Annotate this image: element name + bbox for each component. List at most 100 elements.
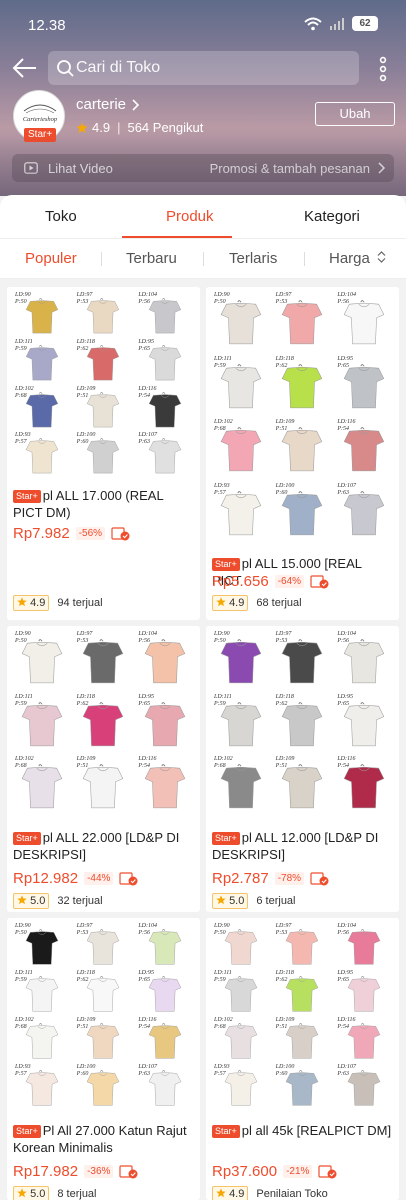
status-bar: 12.38 62 (0, 0, 406, 44)
svg-text:Carterieshop: Carterieshop (23, 116, 58, 123)
clothing-thumb: LD:116 P:54 (134, 385, 196, 432)
product-image[interactable]: LD:90 P:50 LD:97 P:53 LD:104 P:56 LD:111 P:5… (7, 918, 200, 1114)
sort-harga[interactable]: Harga (329, 250, 386, 267)
voucher-icon (310, 574, 329, 588)
wifi-icon (304, 17, 322, 30)
clothing-thumb: LD:104 P:56 (333, 922, 395, 969)
clothing-item-photo (224, 929, 258, 965)
clothing-item-photo (148, 1070, 182, 1106)
clothing-thumb: LD:107 P:63 (333, 482, 395, 546)
clothing-thumb: LD:107 P:63 (333, 1063, 395, 1110)
clothing-thumb: LD:90 P:50 (11, 291, 73, 338)
product-rating: 4.9 (229, 1188, 245, 1200)
product-photo-collage: LD:90 P:50 LD:97 P:53 LD:104 P:56 LD:111 P:5… (210, 630, 395, 818)
product-card[interactable]: LD:90 P:50 LD:97 P:53 LD:104 P:56 LD:111 P:5… (206, 287, 399, 620)
sold-count: 6 terjual (256, 895, 296, 907)
rating-row: 4.9 94 terjual (13, 595, 103, 611)
star-plus-badge: Star+ (24, 128, 57, 142)
product-title: Star+ pl all 45k [REALPICT DM] (212, 1122, 394, 1139)
back-arrow-icon[interactable] (12, 56, 38, 80)
clothing-thumb: LD:109 P:51 (73, 1016, 135, 1063)
voucher-icon (318, 1164, 337, 1178)
shop-followers: 564 Pengikut (127, 120, 204, 135)
clothing-thumb: LD:116 P:54 (333, 1016, 395, 1063)
clothing-item-photo (286, 976, 319, 1012)
product-image[interactable]: LD:90 P:50 LD:97 P:53 LD:104 P:56 LD:111 P:5… (7, 287, 200, 482)
voucher-icon (310, 871, 329, 885)
product-card[interactable]: LD:90 P:50 LD:97 P:53 LD:104 P:56 LD:111 P:5… (7, 287, 200, 620)
product-card[interactable]: LD:90 P:50 LD:97 P:53 LD:104 P:56 LD:111 P:5… (206, 918, 399, 1200)
sort-terlaris[interactable]: Terlaris (229, 250, 277, 267)
shop-search-input[interactable]: Cari di Toko (48, 51, 359, 85)
clothing-item-photo (286, 1023, 319, 1059)
watch-video-bar[interactable]: Lihat Video Promosi & tambah pesanan (12, 154, 394, 182)
clothing-item-photo (87, 1070, 120, 1106)
star-plus-badge: Star+ (13, 1125, 41, 1138)
shop-name-link[interactable]: carterie (76, 96, 140, 113)
product-title: Star+ Pl All 27.000 Katun Rajut Korean Mi… (13, 1122, 195, 1156)
sort-harga-label: Harga (329, 250, 370, 267)
product-image[interactable]: LD:90 P:50 LD:97 P:53 LD:104 P:56 LD:111 P:5… (206, 918, 399, 1114)
product-image[interactable]: LD:90 P:50 LD:97 P:53 LD:104 P:56 LD:111 P:5… (206, 626, 399, 822)
tab-toko[interactable]: Toko (45, 208, 77, 225)
battery-indicator: 62 (352, 16, 378, 31)
sort-populer[interactable]: Populer (25, 250, 77, 267)
discount-badge: -44% (84, 872, 114, 885)
clothing-item-photo (148, 1023, 182, 1059)
clothing-thumb: LD:93 P:57 (11, 431, 73, 478)
clothing-thumb: LD:109 P:51 (73, 755, 135, 818)
product-image[interactable]: LD:90 P:50 LD:97 P:53 LD:104 P:56 LD:111 P:5… (7, 626, 200, 822)
tab-produk[interactable]: Produk (166, 208, 214, 225)
product-title: Star+ pl ALL 22.000 [LD&P DI DESKRIPSI] (13, 829, 195, 863)
clothing-item-photo (25, 929, 59, 965)
clothing-thumb: LD:97 P:53 (73, 922, 135, 969)
star-icon (17, 597, 27, 607)
star-plus-badge: Star+ (212, 1125, 240, 1138)
star-plus-badge: Star+ (13, 832, 41, 845)
clothing-thumb: LD:90 P:50 (210, 922, 272, 969)
clothing-item-photo (144, 639, 186, 684)
product-rating-badge: 5.0 (13, 893, 50, 909)
shop-rating: 4.9 (92, 120, 111, 135)
clothing-item-photo (343, 427, 385, 472)
product-card[interactable]: LD:90 P:50 LD:97 P:53 LD:104 P:56 LD:111 P:5… (7, 626, 200, 912)
edit-shop-button[interactable]: Ubah (315, 102, 395, 126)
clothing-item-photo (224, 1070, 258, 1106)
clothing-thumb: LD:118 P:62 (272, 969, 334, 1016)
clothing-item-photo (220, 764, 262, 809)
clothing-thumb: LD:109 P:51 (272, 755, 334, 818)
clothing-item-photo (87, 1023, 120, 1059)
clothing-item-photo (347, 1070, 381, 1106)
clothing-thumb: LD:100 P:60 (73, 1063, 135, 1110)
clothing-item-photo (87, 391, 120, 427)
product-photo-collage: LD:90 P:50 LD:97 P:53 LD:104 P:56 LD:111 P:5… (11, 291, 196, 478)
more-options-icon[interactable] (373, 56, 393, 82)
price-row: Rp5.656 -64% (212, 573, 330, 590)
product-card[interactable]: LD:90 P:50 LD:97 P:53 LD:104 P:56 LD:111 P:5… (206, 626, 399, 912)
product-price: Rp37.600 (212, 1163, 278, 1180)
clothing-thumb: LD:95 P:65 (134, 693, 196, 756)
sold-count: 8 terjual (57, 1188, 97, 1200)
product-card[interactable]: LD:90 P:50 LD:97 P:53 LD:104 P:56 LD:111 P:5… (7, 918, 200, 1200)
clothing-item-photo (224, 1023, 258, 1059)
voucher-icon (119, 1164, 138, 1178)
clothing-item-photo (286, 1070, 319, 1106)
meta-divider: | (117, 120, 121, 135)
rating-row: 5.0 8 terjual (13, 1186, 97, 1200)
clothing-item-photo (220, 363, 262, 408)
chevron-right-icon (132, 98, 140, 111)
voucher-icon (111, 526, 130, 540)
product-rating-badge: 4.9 (13, 595, 50, 611)
clothing-item-photo (220, 300, 262, 345)
product-price: Rp12.982 (13, 870, 79, 887)
product-photo-collage: LD:90 P:50 LD:97 P:53 LD:104 P:56 LD:111 P:5… (210, 291, 395, 545)
chevron-right-icon (378, 162, 386, 174)
clothing-thumb: LD:97 P:53 (73, 291, 135, 338)
clothing-thumb: LD:102 P:68 (11, 755, 73, 818)
product-image[interactable]: LD:90 P:50 LD:97 P:53 LD:104 P:56 LD:111 P:5… (206, 287, 399, 549)
tab-kategori[interactable]: Kategori (304, 208, 360, 225)
sort-terbaru[interactable]: Terbaru (126, 250, 177, 267)
clothing-thumb: LD:107 P:63 (134, 431, 196, 478)
clothing-item-photo (347, 1023, 381, 1059)
clothing-thumb: LD:97 P:53 (272, 630, 334, 693)
